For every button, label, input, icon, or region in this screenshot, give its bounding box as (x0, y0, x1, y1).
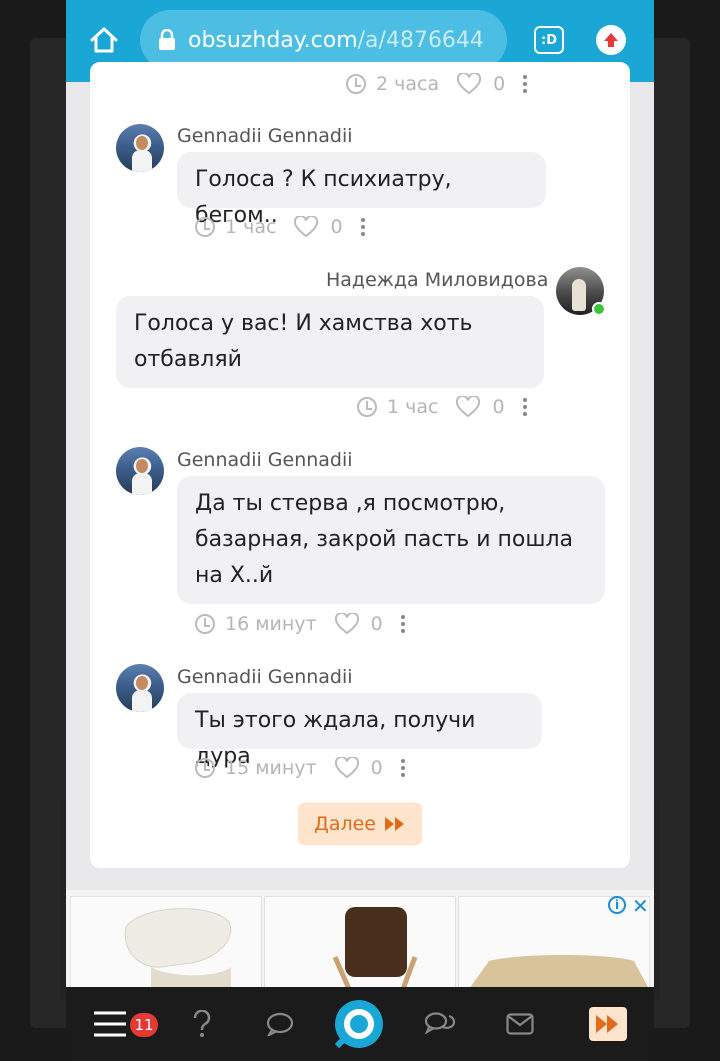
comment-author[interactable]: Gennadii Gennadii (177, 125, 353, 147)
like-count: 0 (370, 613, 383, 635)
clock-icon (357, 397, 377, 417)
chair-image (71, 897, 261, 989)
questions-button[interactable] (184, 987, 220, 1061)
home-icon (90, 27, 118, 53)
mail-button[interactable] (502, 987, 538, 1061)
close-icon[interactable]: ✕ (632, 894, 649, 918)
clock-icon (195, 614, 215, 634)
notification-badge: 11 (130, 1013, 158, 1037)
comment-meta: 1 час 0 (195, 216, 365, 238)
home-logo-button[interactable] (332, 987, 386, 1061)
clock-icon (195, 217, 215, 237)
heart-icon (457, 73, 482, 95)
more-comments-label: Далее (313, 813, 376, 835)
lock-icon (158, 29, 178, 51)
like-button[interactable] (334, 757, 359, 779)
like-button[interactable] (456, 396, 481, 418)
tabs-button[interactable]: :D (534, 26, 564, 54)
menu-button[interactable] (88, 987, 132, 1061)
question-icon (193, 1010, 211, 1037)
avatar[interactable] (116, 664, 164, 712)
more-options-icon[interactable] (400, 759, 405, 777)
comment-bubble: Ты этого ждала, получи дура (177, 693, 542, 769)
like-count: 0 (492, 396, 505, 418)
comment-time: 2 часа (376, 73, 440, 95)
ad-banner[interactable]: i ✕ (66, 890, 654, 990)
arrow-up-icon (604, 33, 618, 47)
comment-bubble: Голоса у вас! И хамства хоть отбавляй (116, 296, 544, 388)
address-bar[interactable]: obsuzhday.com/a/4876644 (140, 10, 507, 70)
home-logo (334, 1000, 383, 1049)
like-count: 0 (330, 216, 343, 238)
more-options-icon[interactable] (400, 615, 405, 633)
like-button[interactable] (334, 613, 359, 635)
avatar[interactable] (116, 447, 164, 495)
comment-meta: 2 часа 0 (346, 73, 528, 95)
like-button[interactable] (294, 216, 319, 238)
url-path: /a/4876644 (357, 27, 484, 53)
comment-time: 15 минут (225, 757, 317, 779)
like-count: 0 (370, 757, 383, 779)
messages-icon (424, 1012, 456, 1035)
comment-author[interactable]: Gennadii Gennadii (177, 449, 353, 471)
more-options-icon[interactable] (522, 398, 527, 416)
mail-icon (506, 1013, 534, 1035)
comments-button[interactable] (262, 987, 298, 1061)
heart-icon (294, 216, 319, 238)
comment-author[interactable]: Надежда Миловидова (326, 269, 548, 291)
fast-forward-icon (589, 1007, 627, 1041)
fast-forward-icon (385, 817, 404, 831)
comment-time: 1 час (387, 396, 439, 418)
more-comments-button[interactable]: Далее (298, 803, 422, 845)
phone-screen: obsuzhday.com/a/4876644 :D 2 часа 0 Genn… (66, 0, 654, 1061)
comment-time: 1 час (225, 216, 277, 238)
chat-bubble-icon (266, 1012, 294, 1036)
url-host: obsuzhday.com (188, 27, 358, 53)
avatar[interactable] (116, 124, 164, 172)
more-options-icon[interactable] (360, 218, 365, 236)
online-indicator (592, 302, 606, 316)
comment-bubble: Голоса ? К психиатру, бегом.. (177, 152, 546, 228)
menu-icon (94, 1011, 126, 1037)
like-count: 0 (493, 73, 506, 95)
upload-button[interactable] (596, 25, 626, 55)
heart-icon (334, 757, 359, 779)
more-options-icon[interactable] (523, 75, 528, 93)
comment-meta: 1 час 0 (357, 396, 527, 418)
info-icon[interactable]: i (608, 896, 626, 914)
heart-icon (334, 613, 359, 635)
ad-item[interactable] (70, 896, 262, 990)
comment-time: 16 минут (225, 613, 317, 635)
clock-icon (346, 74, 366, 94)
armchair-image (265, 897, 455, 989)
clock-icon (195, 758, 215, 778)
comment-meta: 15 минут 0 (195, 757, 405, 779)
heart-icon (456, 396, 481, 418)
messages-button[interactable] (422, 987, 458, 1061)
next-button[interactable] (586, 987, 630, 1061)
ad-item[interactable] (264, 896, 456, 990)
comment-author[interactable]: Gennadii Gennadii (177, 666, 353, 688)
like-button[interactable] (457, 73, 482, 95)
comment-meta: 16 минут 0 (195, 613, 405, 635)
home-button[interactable] (84, 20, 124, 60)
comment-bubble: Да ты стерва ,я посмотрю, базарная, закр… (177, 476, 605, 604)
